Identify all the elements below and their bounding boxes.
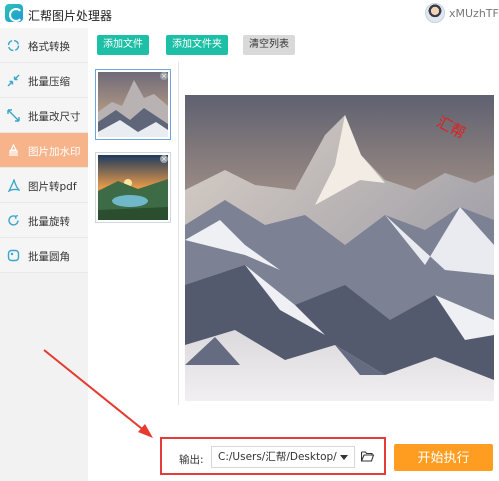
sidebar-item-label: 批量改尺寸 <box>28 111 81 123</box>
remove-icon[interactable]: × <box>160 72 168 80</box>
add-folder-button[interactable]: 添加文件夹 <box>166 35 228 55</box>
folder-open-icon[interactable] <box>361 451 374 462</box>
format-convert-icon <box>7 39 20 52</box>
thumbnail-mountain[interactable]: × <box>95 69 171 140</box>
app-title: 汇帮图片处理器 <box>28 9 113 23</box>
user-name[interactable]: xMUzhTFb <box>449 7 499 20</box>
title-bar: 汇帮图片处理器 xMUzhTFb <box>0 0 499 28</box>
lake-image <box>98 155 168 220</box>
thumbnail-list: × × <box>88 62 178 402</box>
app-logo-icon <box>5 4 23 22</box>
start-button[interactable]: 开始执行 <box>394 444 493 471</box>
sidebar-item-rotate[interactable]: 批量旋转 <box>0 203 88 238</box>
output-label: 输出: <box>179 454 204 466</box>
sidebar: 格式转换 批量压缩 批量改尺寸 图片加水印 图片转pdf 批量旋转 批量圆角 <box>0 28 88 481</box>
sidebar-item-label: 图片转pdf <box>28 181 77 193</box>
sidebar-item-label: 图片加水印 <box>28 146 81 158</box>
mountain-image <box>98 72 168 137</box>
clear-list-button[interactable]: 清空列表 <box>243 35 295 55</box>
resize-icon <box>7 109 20 122</box>
sidebar-item-compress[interactable]: 批量压缩 <box>0 63 88 98</box>
pdf-icon <box>7 179 20 192</box>
remove-icon[interactable]: × <box>160 155 168 163</box>
sidebar-item-round-corner[interactable]: 批量圆角 <box>0 238 88 273</box>
sidebar-item-watermark[interactable]: 图片加水印 <box>0 133 88 168</box>
output-path-value: C:/Users/汇帮/Desktop/ <box>218 451 337 463</box>
sidebar-item-label: 批量压缩 <box>28 76 70 88</box>
sidebar-item-resize[interactable]: 批量改尺寸 <box>0 98 88 133</box>
thumbnail-lake[interactable]: × <box>95 152 171 223</box>
sidebar-item-format-convert[interactable]: 格式转换 <box>0 28 88 63</box>
round-corner-icon <box>7 249 20 262</box>
watermark-icon <box>9 144 18 156</box>
sidebar-item-label: 格式转换 <box>28 41 70 53</box>
chevron-down-icon <box>340 455 348 460</box>
user-avatar[interactable] <box>425 3 445 23</box>
preview-image <box>185 95 494 401</box>
output-path-select[interactable]: C:/Users/汇帮/Desktop/ <box>211 446 355 468</box>
rotate-icon <box>8 214 19 226</box>
sidebar-item-pdf[interactable]: 图片转pdf <box>0 168 88 203</box>
compress-icon <box>7 74 20 87</box>
sidebar-item-label: 批量旋转 <box>28 216 70 228</box>
sidebar-item-label: 批量圆角 <box>28 251 70 263</box>
add-file-button[interactable]: 添加文件 <box>97 35 149 55</box>
mountain-image <box>185 95 494 401</box>
